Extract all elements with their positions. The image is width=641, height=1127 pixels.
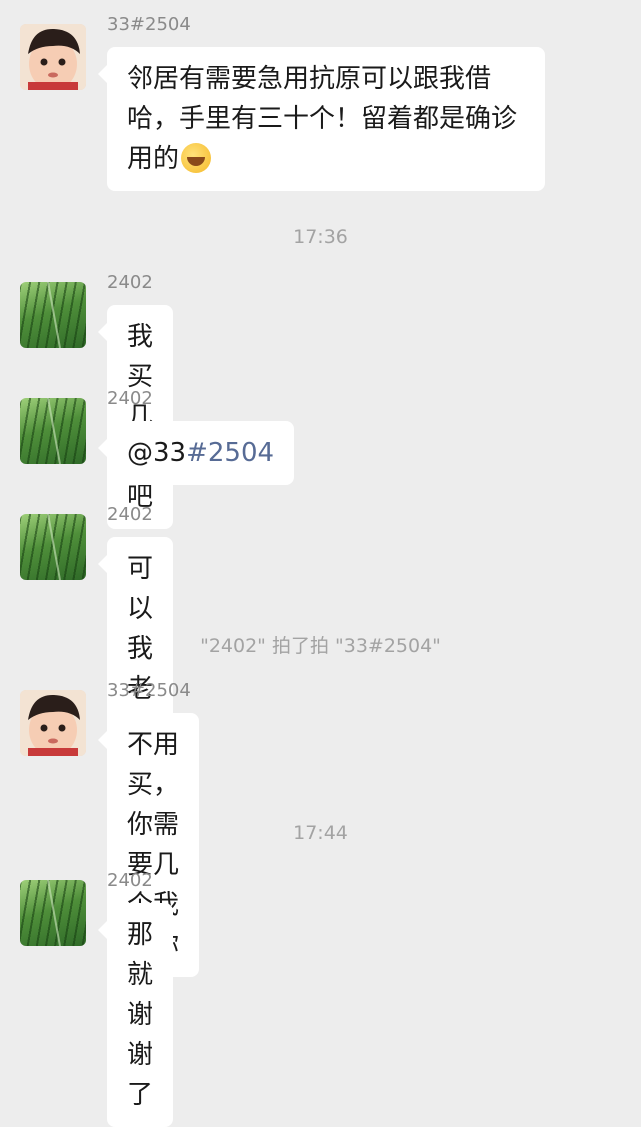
sender-name: 2402 — [107, 388, 153, 409]
mention-prefix: @33 — [127, 438, 187, 468]
message-bubble[interactable]: 我买几个吧 — [97, 305, 174, 529]
field-avatar-icon — [47, 514, 61, 580]
field-avatar-icon — [47, 282, 61, 348]
sender-name: 33#2504 — [107, 14, 191, 35]
field-avatar-icon — [47, 398, 61, 464]
avatar[interactable] — [20, 24, 86, 90]
face-with-tears-of-joy-icon — [181, 143, 212, 173]
field-avatar-icon — [47, 880, 61, 946]
message-bubble[interactable]: @33#2504 — [97, 421, 295, 485]
timestamp: 17:44 — [293, 822, 348, 844]
sender-name: 2402 — [107, 870, 153, 891]
timestamp: 17:36 — [293, 226, 348, 248]
sender-name: 2402 — [107, 272, 153, 293]
child-avatar-icon — [20, 690, 86, 756]
child-avatar-icon — [20, 24, 86, 90]
avatar[interactable] — [20, 398, 86, 464]
avatar[interactable] — [20, 690, 86, 756]
message-bubble[interactable]: 那就谢谢了 — [97, 903, 174, 1127]
avatar[interactable] — [20, 514, 86, 580]
pat-notice: "2402" 拍了拍 "33#2504" — [200, 635, 441, 657]
avatar[interactable] — [20, 880, 86, 946]
mention-link[interactable]: #2504 — [186, 438, 274, 468]
message-text: 那就谢谢了 — [127, 920, 154, 1110]
sender-name: 2402 — [107, 504, 153, 525]
sender-name: 33#2504 — [107, 680, 191, 701]
message-bubble[interactable]: 邻居有需要急用抗原可以跟我借哈，手里有三十个！留着都是确诊用的 — [98, 47, 545, 191]
avatar[interactable] — [20, 282, 86, 348]
